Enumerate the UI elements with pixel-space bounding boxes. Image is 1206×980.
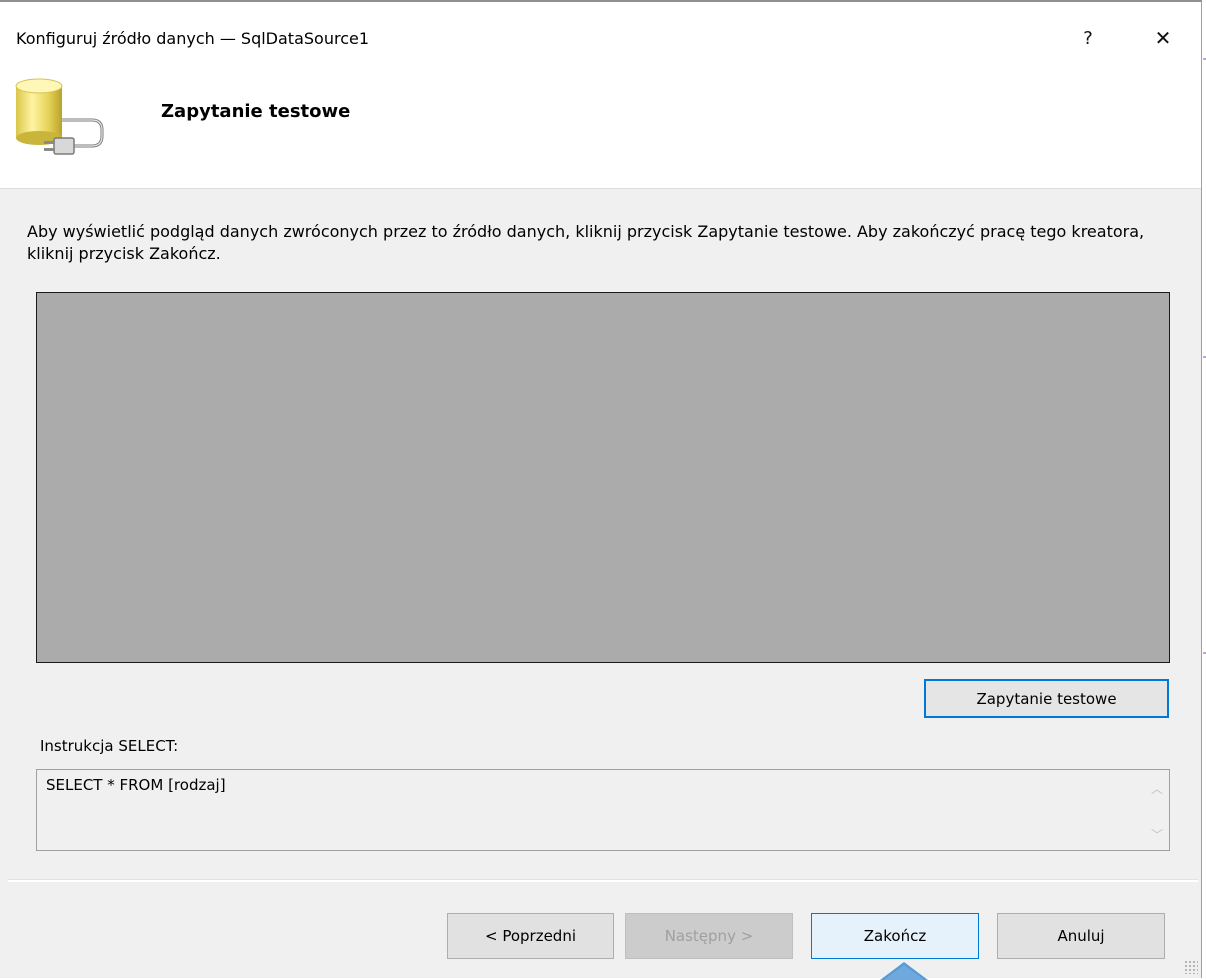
page-title: Zapytanie testowe xyxy=(161,101,351,122)
select-statement-label: Instrukcja SELECT: xyxy=(40,737,179,755)
header-divider xyxy=(0,188,1201,189)
resize-grip-icon[interactable] xyxy=(1184,960,1198,974)
help-button[interactable]: ? xyxy=(1065,20,1111,56)
query-results-grid[interactable] xyxy=(36,292,1170,663)
background-window-edge xyxy=(1202,0,1206,980)
configure-data-source-dialog: Konfiguruj źródło danych — SqlDataSource… xyxy=(0,0,1202,978)
previous-button[interactable]: < Poprzedni xyxy=(447,913,614,959)
scroll-down-icon[interactable]: ﹀ xyxy=(1145,824,1169,844)
close-button[interactable]: ✕ xyxy=(1140,20,1186,56)
database-plug-icon xyxy=(15,78,104,155)
cancel-button[interactable]: Anuluj xyxy=(997,913,1165,959)
scroll-up-icon[interactable]: ︿ xyxy=(1145,778,1169,798)
select-statement-scrollbar[interactable]: ︿ ﹀ xyxy=(1145,770,1169,850)
callout-arrow-fill xyxy=(884,965,924,980)
window-title: Konfiguruj źródło danych — SqlDataSource… xyxy=(16,29,370,48)
select-statement-box[interactable]: SELECT * FROM [rodzaj] ︿ ﹀ xyxy=(36,769,1170,851)
wizard-header: Zapytanie testowe xyxy=(0,68,1201,188)
instructions-text: Aby wyświetlić podgląd danych zwróconych… xyxy=(27,222,1145,263)
next-button: Następny > xyxy=(625,913,793,959)
footer-divider xyxy=(8,879,1198,882)
select-statement-text: SELECT * FROM [rodzaj] xyxy=(46,776,226,794)
finish-button[interactable]: Zakończ xyxy=(811,913,979,959)
title-bar: Konfiguruj źródło danych — SqlDataSource… xyxy=(0,2,1201,68)
test-query-button[interactable]: Zapytanie testowe xyxy=(924,679,1169,718)
